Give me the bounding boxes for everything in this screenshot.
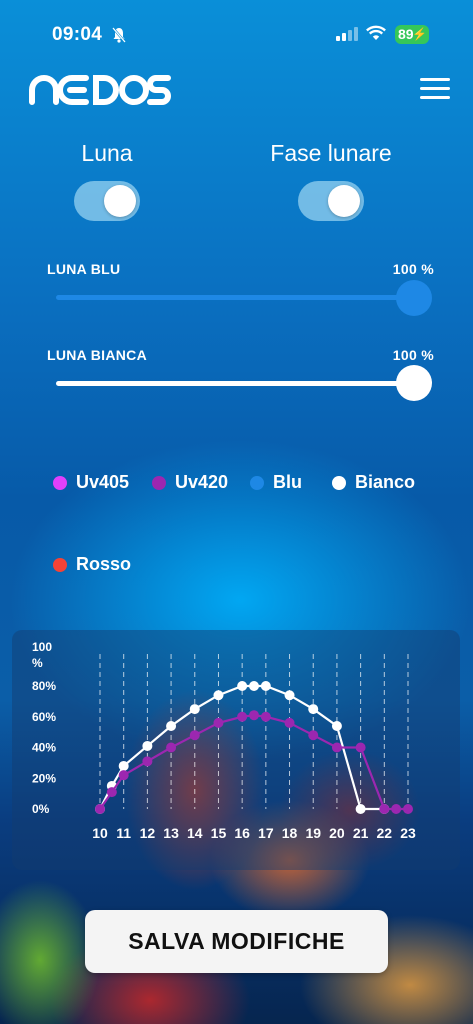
chart-xtick-label: 19 bbox=[305, 825, 321, 841]
legend-item-uv405[interactable]: Uv405 bbox=[53, 472, 129, 493]
chart-xtick-label: 13 bbox=[163, 825, 179, 841]
chart-point-bianco bbox=[260, 681, 271, 691]
chart-ytick-label: 80% bbox=[32, 679, 56, 693]
chart-point-bianco bbox=[331, 720, 342, 731]
toggle-knob bbox=[104, 185, 136, 217]
chart-point-uv420 bbox=[249, 710, 259, 721]
chart-xtick-label: 22 bbox=[377, 825, 393, 841]
chart-panel: 100% 80% 60% 40% 20% 0% 10 11 12 13 14 15 16 17 18 19 20… bbox=[12, 630, 460, 870]
save-button[interactable]: SALVA MODIFICHE bbox=[85, 910, 388, 973]
legend-item-bianco[interactable]: Bianco bbox=[332, 472, 415, 493]
chart-point-bianco bbox=[355, 804, 366, 814]
chart-point-uv420 bbox=[118, 770, 129, 781]
toggle-label-luna: Luna bbox=[81, 140, 133, 166]
slider-track-luna-blu[interactable] bbox=[56, 295, 416, 300]
legend-dot bbox=[332, 475, 346, 490]
chart-xtick-label: 17 bbox=[258, 825, 274, 841]
chart-point-uv420 bbox=[106, 787, 117, 798]
chart-point-uv420 bbox=[260, 711, 271, 722]
chart-point-uv420 bbox=[166, 742, 177, 753]
chart-point-uv420 bbox=[213, 717, 224, 728]
legend-label: Uv420 bbox=[175, 472, 229, 492]
chart-point-uv420 bbox=[95, 804, 105, 814]
chart-point-uv420 bbox=[379, 804, 390, 814]
slider-thumb-luna-blu[interactable] bbox=[396, 280, 432, 316]
chart-ytick-label: 0% bbox=[32, 802, 50, 816]
chart-point-uv420 bbox=[355, 742, 366, 753]
chart-point-bianco bbox=[308, 704, 319, 715]
toggle-knob bbox=[328, 185, 360, 217]
chart-xtick-label: 14 bbox=[187, 825, 203, 841]
legend-item-blu[interactable]: Blu bbox=[250, 472, 302, 493]
legend-dot bbox=[53, 475, 67, 490]
chart-xtick-label: 18 bbox=[282, 825, 298, 841]
intensity-chart: 100 % 80% 60% 40% 20% 0% 10 11 12 13 14 15 16 17 18 19 20… bbox=[32, 640, 416, 841]
legend-label: Bianco bbox=[355, 472, 416, 492]
chart-xtick-label: 15 bbox=[211, 825, 227, 841]
legend-label: Uv405 bbox=[76, 472, 130, 492]
chart-point-uv420 bbox=[308, 730, 319, 741]
chart-xtick-label: 12 bbox=[140, 825, 156, 841]
toggle-label-fase-lunare: Fase lunare bbox=[270, 140, 392, 166]
legend-dot bbox=[53, 557, 67, 572]
chart-point-bianco bbox=[166, 720, 177, 731]
slider-label-luna-blu: LUNA BLU bbox=[47, 261, 121, 277]
chart-point-uv420 bbox=[189, 730, 200, 741]
legend-item-uv420[interactable]: Uv420 bbox=[152, 472, 228, 493]
chart-xtick-label: 11 bbox=[116, 825, 131, 841]
chart-point-bianco bbox=[249, 681, 259, 691]
chart-point-bianco bbox=[237, 681, 248, 691]
chart-point-bianco bbox=[213, 690, 224, 701]
legend-dot bbox=[152, 475, 166, 490]
slider-track-luna-bianca[interactable] bbox=[56, 381, 416, 386]
legend-label: Blu bbox=[273, 472, 302, 492]
bell-slash-icon bbox=[112, 27, 126, 48]
chart-xtick-label: 21 bbox=[353, 825, 369, 841]
slider-value-luna-bianca: 100 % bbox=[392, 347, 434, 363]
legend-dot bbox=[250, 475, 264, 490]
chart-point-uv420 bbox=[331, 742, 342, 753]
chart-ytick-label: 40% bbox=[32, 741, 56, 755]
nedos-logo bbox=[28, 74, 173, 111]
chart-point-uv420 bbox=[237, 711, 248, 722]
hamburger-menu-icon[interactable] bbox=[420, 78, 450, 100]
toggle-fase-lunare[interactable] bbox=[298, 181, 364, 221]
legend-item-rosso[interactable]: Rosso bbox=[53, 554, 131, 575]
chart-point-uv420 bbox=[403, 804, 413, 814]
chart-xtick-label: 10 bbox=[92, 825, 108, 841]
chart-ylabel: 100% bbox=[32, 640, 52, 670]
signal-icon bbox=[336, 27, 358, 46]
slider-thumb-luna-bianca[interactable] bbox=[396, 365, 432, 401]
chart-xtick-label: 23 bbox=[400, 825, 416, 841]
chart-point-bianco bbox=[118, 760, 129, 771]
chart-point-uv420 bbox=[142, 756, 153, 767]
chart-xtick-label: 16 bbox=[234, 825, 250, 841]
chart-point-bianco bbox=[189, 704, 200, 715]
nedos-logo-mark bbox=[29, 75, 171, 105]
chart-point-bianco bbox=[142, 740, 153, 751]
legend-label: Rosso bbox=[76, 554, 132, 574]
wifi-icon bbox=[366, 25, 386, 46]
chart-point-uv420 bbox=[391, 804, 402, 814]
chart-ytick-label: 60% bbox=[32, 710, 56, 724]
toggle-luna[interactable] bbox=[74, 181, 140, 221]
slider-label-luna-bianca: LUNA BIANCA bbox=[47, 347, 147, 363]
status-bar: 09:04 89 ⚡ bbox=[0, 0, 473, 70]
chart-xtick-label: 20 bbox=[329, 825, 345, 841]
battery-charging-icon: 89 ⚡ bbox=[395, 25, 429, 44]
chart-point-uv420 bbox=[284, 717, 295, 728]
slider-value-luna-blu: 100 % bbox=[392, 261, 434, 277]
chart-ytick-label: 20% bbox=[32, 771, 56, 785]
status-time: 09:04 bbox=[52, 24, 103, 45]
chart-point-bianco bbox=[284, 690, 295, 701]
